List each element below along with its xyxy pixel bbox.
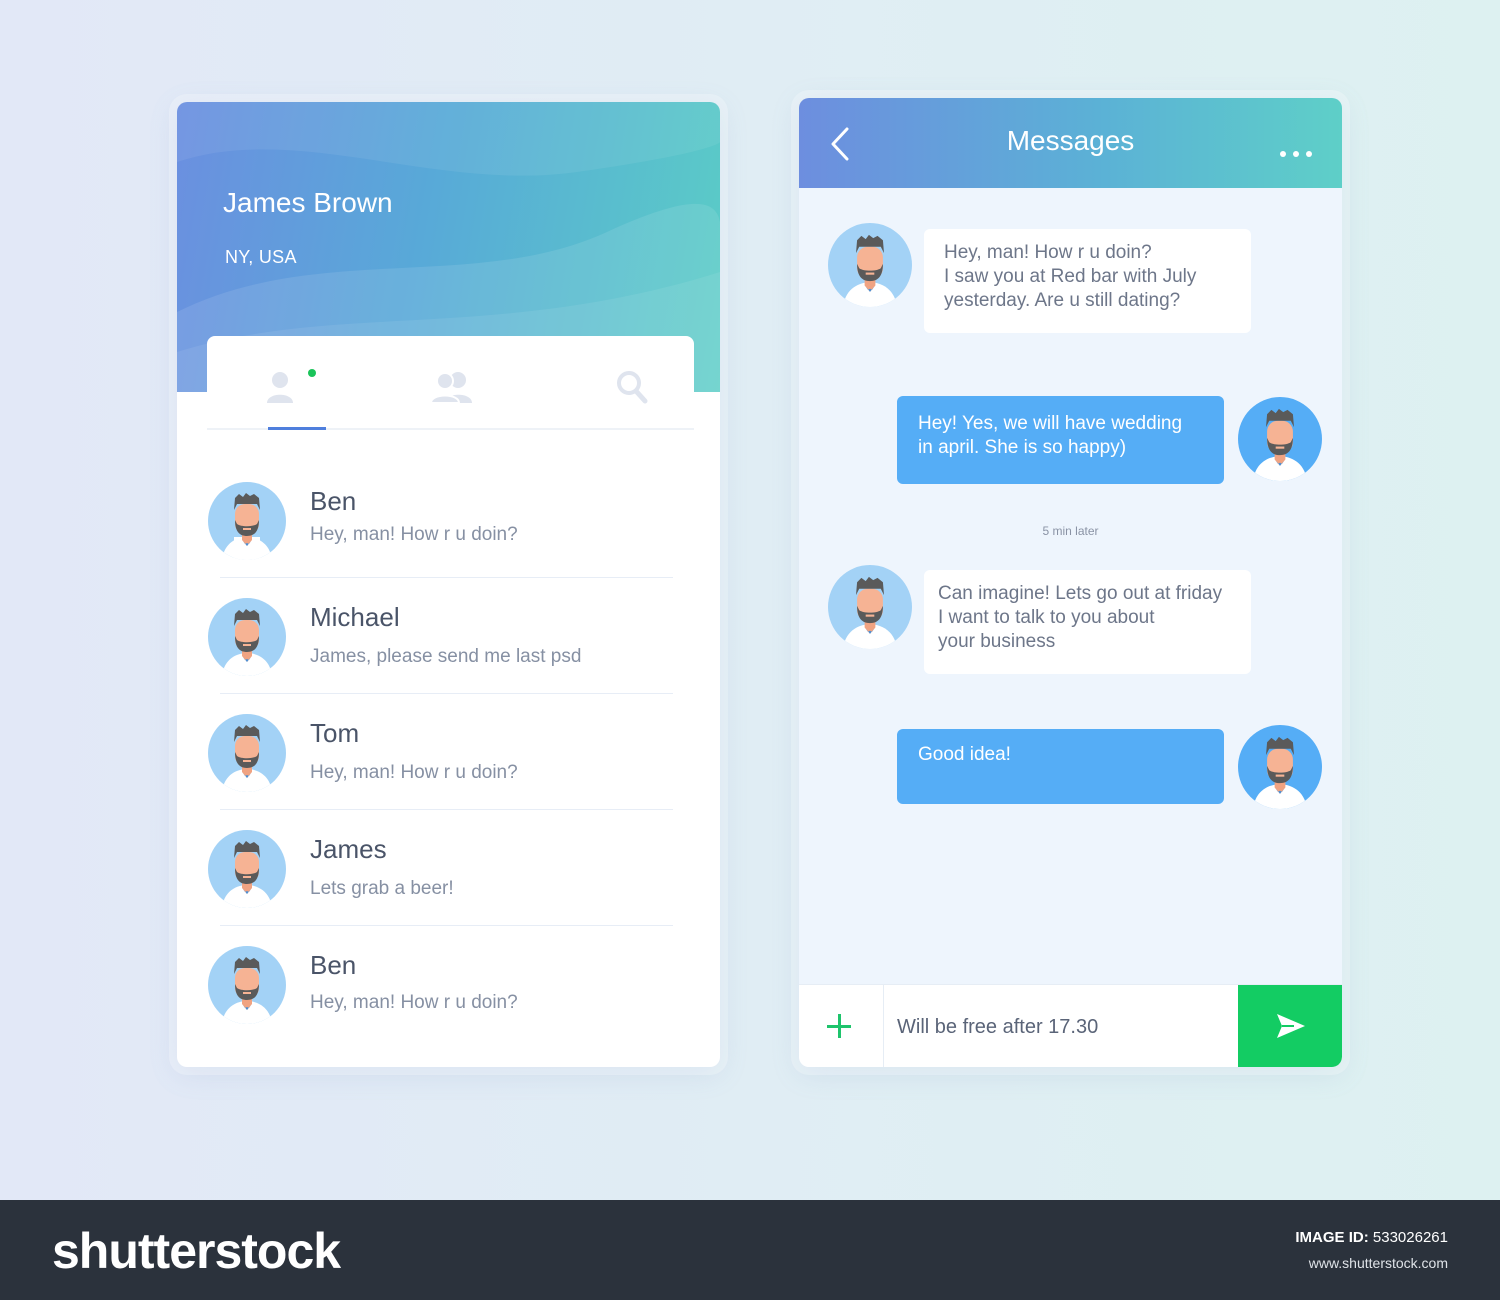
- avatar: [208, 946, 286, 1024]
- group-icon: [430, 372, 472, 404]
- footer-bar: shutterstock IMAGE ID: 533026261 www.shu…: [0, 1200, 1500, 1300]
- send-button[interactable]: [1238, 985, 1342, 1067]
- contact-list-item[interactable]: Ben Hey, man! How r u doin?: [177, 462, 720, 578]
- message-text-line: your business: [938, 631, 1056, 652]
- chat-header: Messages: [799, 98, 1342, 188]
- avatar: [1238, 725, 1322, 809]
- contact-message-preview: Lets grab a beer!: [310, 878, 454, 899]
- active-tab-indicator: [268, 427, 326, 430]
- avatar: [1238, 397, 1322, 481]
- message-text-line: Hey, man! How r u doin?: [944, 242, 1152, 263]
- avatar: [208, 714, 286, 792]
- profile-name: James Brown: [223, 187, 393, 218]
- contact-list-item[interactable]: James Lets grab a beer!: [177, 810, 720, 926]
- send-icon: [1277, 1014, 1305, 1038]
- user-avatar-icon: [222, 957, 272, 1024]
- tab-people[interactable]: [225, 336, 335, 430]
- more-dots-icon: [1306, 151, 1312, 157]
- image-id-label: IMAGE ID:: [1295, 1229, 1369, 1246]
- contact-list-item[interactable]: Tom Hey, man! How r u doin?: [177, 694, 720, 810]
- site-url: www.shutterstock.com: [1308, 1255, 1448, 1271]
- message-text-line: I saw you at Red bar with July: [944, 266, 1197, 287]
- profile-location: NY, USA: [225, 247, 297, 267]
- contact-name: Ben: [310, 950, 357, 980]
- avatar: [828, 223, 912, 307]
- chat-title: Messages: [1006, 125, 1135, 156]
- outgoing-message-bubble: Hey! Yes, we will have wedding in april.…: [897, 396, 1224, 484]
- contact-name: Tom: [310, 718, 360, 748]
- message-text-line: I want to talk to you about: [938, 607, 1155, 628]
- online-status-dot: [308, 369, 316, 377]
- more-options-button[interactable]: [1276, 142, 1316, 162]
- user-avatar-icon: [222, 493, 272, 560]
- chat-panel: Messages Hey, man! How r u doin? I saw y…: [799, 98, 1342, 1067]
- message-text-line: Good idea!: [918, 744, 1011, 765]
- user-avatar-icon: [1253, 408, 1307, 481]
- tab-search[interactable]: [577, 336, 687, 428]
- avatar: [828, 565, 912, 649]
- message-text-line: Hey! Yes, we will have wedding: [918, 413, 1183, 434]
- message-text-line: Can imagine! Lets go out at friday: [938, 583, 1223, 604]
- incoming-message-bubble: Can imagine! Lets go out at friday I wan…: [924, 570, 1251, 674]
- contact-name: Michael: [310, 602, 400, 632]
- contact-list: Ben Hey, man! How r u doin? Michael Jame…: [177, 462, 720, 1042]
- contact-message-preview: Hey, man! How r u doin?: [310, 762, 518, 783]
- user-avatar-icon: [1253, 736, 1307, 809]
- person-icon: [267, 372, 293, 403]
- user-avatar-icon: [222, 609, 272, 676]
- contact-name: Ben: [310, 486, 357, 516]
- user-avatar-icon: [843, 576, 897, 649]
- contact-name: James: [310, 834, 387, 864]
- contact-message-preview: Hey, man! How r u doin?: [310, 992, 518, 1013]
- user-avatar-icon: [222, 725, 272, 792]
- outgoing-message-bubble: Good idea!: [897, 729, 1224, 804]
- image-id-value: 533026261: [1372, 1229, 1448, 1246]
- contact-list-item[interactable]: Ben Hey, man! How r u doin?: [177, 926, 720, 1042]
- add-attachment-button[interactable]: [799, 985, 884, 1067]
- message-timestamp: 5 min later: [1042, 524, 1099, 538]
- contact-message-preview: Hey, man! How r u doin?: [310, 524, 518, 545]
- tab-bar: [207, 336, 694, 430]
- message-input[interactable]: [895, 999, 1229, 1055]
- contact-list-item[interactable]: Michael James, please send me last psd: [177, 578, 720, 694]
- brand-logo: shutterstock: [52, 1223, 341, 1279]
- incoming-message-bubble: Hey, man! How r u doin? I saw you at Red…: [924, 229, 1251, 333]
- more-dots-icon: [1280, 151, 1286, 157]
- contacts-panel: James Brown NY, USA Ben Hey, man! How r …: [177, 102, 720, 1067]
- user-avatar-icon: [222, 841, 272, 908]
- avatar: [208, 598, 286, 676]
- search-icon: [617, 371, 648, 404]
- image-id-text: IMAGE ID: 533026261: [1295, 1229, 1448, 1246]
- message-text-line: yesterday. Are u still dating?: [944, 290, 1181, 311]
- avatar: [208, 830, 286, 908]
- contact-message-preview: James, please send me last psd: [310, 646, 582, 667]
- avatar: [208, 482, 286, 560]
- message-text-line: in april. She is so happy): [918, 437, 1127, 458]
- tab-groups[interactable]: [397, 336, 507, 428]
- message-composer: [799, 984, 1342, 1067]
- user-avatar-icon: [843, 234, 897, 307]
- more-dots-icon: [1293, 151, 1299, 157]
